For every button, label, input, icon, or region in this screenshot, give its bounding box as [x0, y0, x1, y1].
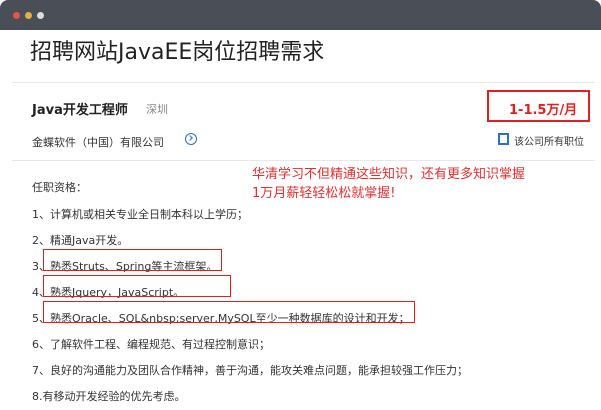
company-name[interactable]: 金蝶软件（中国）有限公司	[32, 134, 164, 150]
promo-annotation: 华清学习不但精通这些知识，还有更多知识掌握 1万月薪轻轻松松就掌握!	[252, 165, 525, 203]
job-title[interactable]: Java开发工程师	[32, 99, 128, 118]
highlight-box-database	[43, 301, 415, 323]
job-salary: 1-1.5万/月	[509, 103, 578, 118]
requirements-heading: 任职资格：	[32, 181, 87, 194]
job-city: 深圳	[146, 103, 168, 116]
header-divider	[12, 160, 595, 161]
maximize-dot-icon[interactable]	[37, 12, 44, 19]
requirement-item: 2、精通Java开发。	[32, 234, 129, 247]
promo-line-1: 华清学习不但精通这些知识，还有更多知识掌握	[252, 167, 526, 182]
requirement-item: 7、良好的沟通能力及团队合作精神，善于沟通，能攻关难点问题，能承担较强工作压力；	[32, 364, 468, 377]
job-posting-card: Java开发工程师 深圳 1-1.5万/月 金蝶软件（中国）有限公司 该公司所有…	[12, 82, 595, 409]
promo-line-2: 1万月薪轻轻松松就掌握!	[252, 186, 396, 201]
app-window: 招聘网站JavaEE岗位招聘需求 Java开发工程师 深圳 1-1.5万/月 金…	[0, 0, 601, 410]
close-dot-icon[interactable]	[13, 12, 20, 19]
company-all-jobs-link[interactable]: 该公司所有职位	[514, 133, 584, 148]
company-info-icon[interactable]	[185, 133, 197, 145]
requirement-item: 8.有移动开发经验的优先考虑。	[32, 390, 186, 403]
minimize-dot-icon[interactable]	[25, 12, 32, 19]
page-title: 招聘网站JavaEE岗位招聘需求	[30, 40, 325, 65]
requirement-item: 6、了解软件工程、编程规范、有过程控制意识；	[32, 338, 270, 351]
requirement-item: 1、计算机或相关专业全日制本科以上学历；	[32, 208, 248, 221]
salary-highlight-box: 1-1.5万/月	[487, 90, 590, 122]
highlight-box-frameworks	[43, 249, 222, 271]
company-jobs-icon[interactable]	[498, 133, 509, 145]
window-titlebar	[0, 0, 601, 30]
highlight-box-javascript	[43, 275, 231, 297]
